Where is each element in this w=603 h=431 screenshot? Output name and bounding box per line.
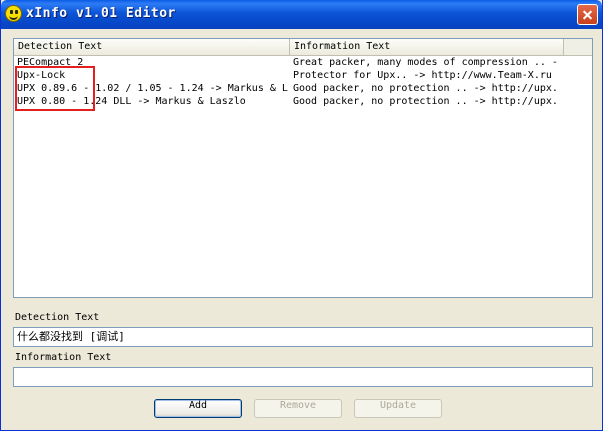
close-button[interactable] — [577, 4, 598, 25]
info-cell: Good packer, no protection .. -> http://… — [293, 96, 558, 107]
signature-list[interactable]: Detection Text Information Text PECompac… — [13, 38, 593, 298]
column-header-detection[interactable]: Detection Text — [14, 39, 290, 55]
editor-window: xInfo v1.01 Editor Detection Text Inform… — [0, 0, 603, 431]
title-bar[interactable]: xInfo v1.01 Editor — [1, 0, 602, 29]
add-button[interactable]: Add — [154, 399, 242, 418]
detection-text-field[interactable]: 什么都没找到 [调试] — [13, 327, 593, 347]
info-cell: Good packer, no protection .. -> http://… — [293, 83, 558, 94]
column-header-info[interactable]: Information Text — [290, 39, 564, 55]
detection-text-label: Detection Text — [15, 312, 100, 323]
info-cell: Protector for Upx.. -> http://www.Team-X… — [293, 70, 552, 81]
smiley-icon — [5, 5, 22, 22]
update-button[interactable]: Update — [354, 399, 442, 418]
information-text-label: Information Text — [15, 352, 112, 363]
remove-button[interactable]: Remove — [254, 399, 342, 418]
highlight-annotation — [15, 66, 95, 111]
list-header: Detection Text Information Text — [14, 39, 592, 56]
window-title: xInfo v1.01 Editor — [26, 6, 176, 21]
information-text-field[interactable] — [13, 367, 593, 387]
info-cell: Great packer, many modes of compression … — [293, 57, 558, 68]
